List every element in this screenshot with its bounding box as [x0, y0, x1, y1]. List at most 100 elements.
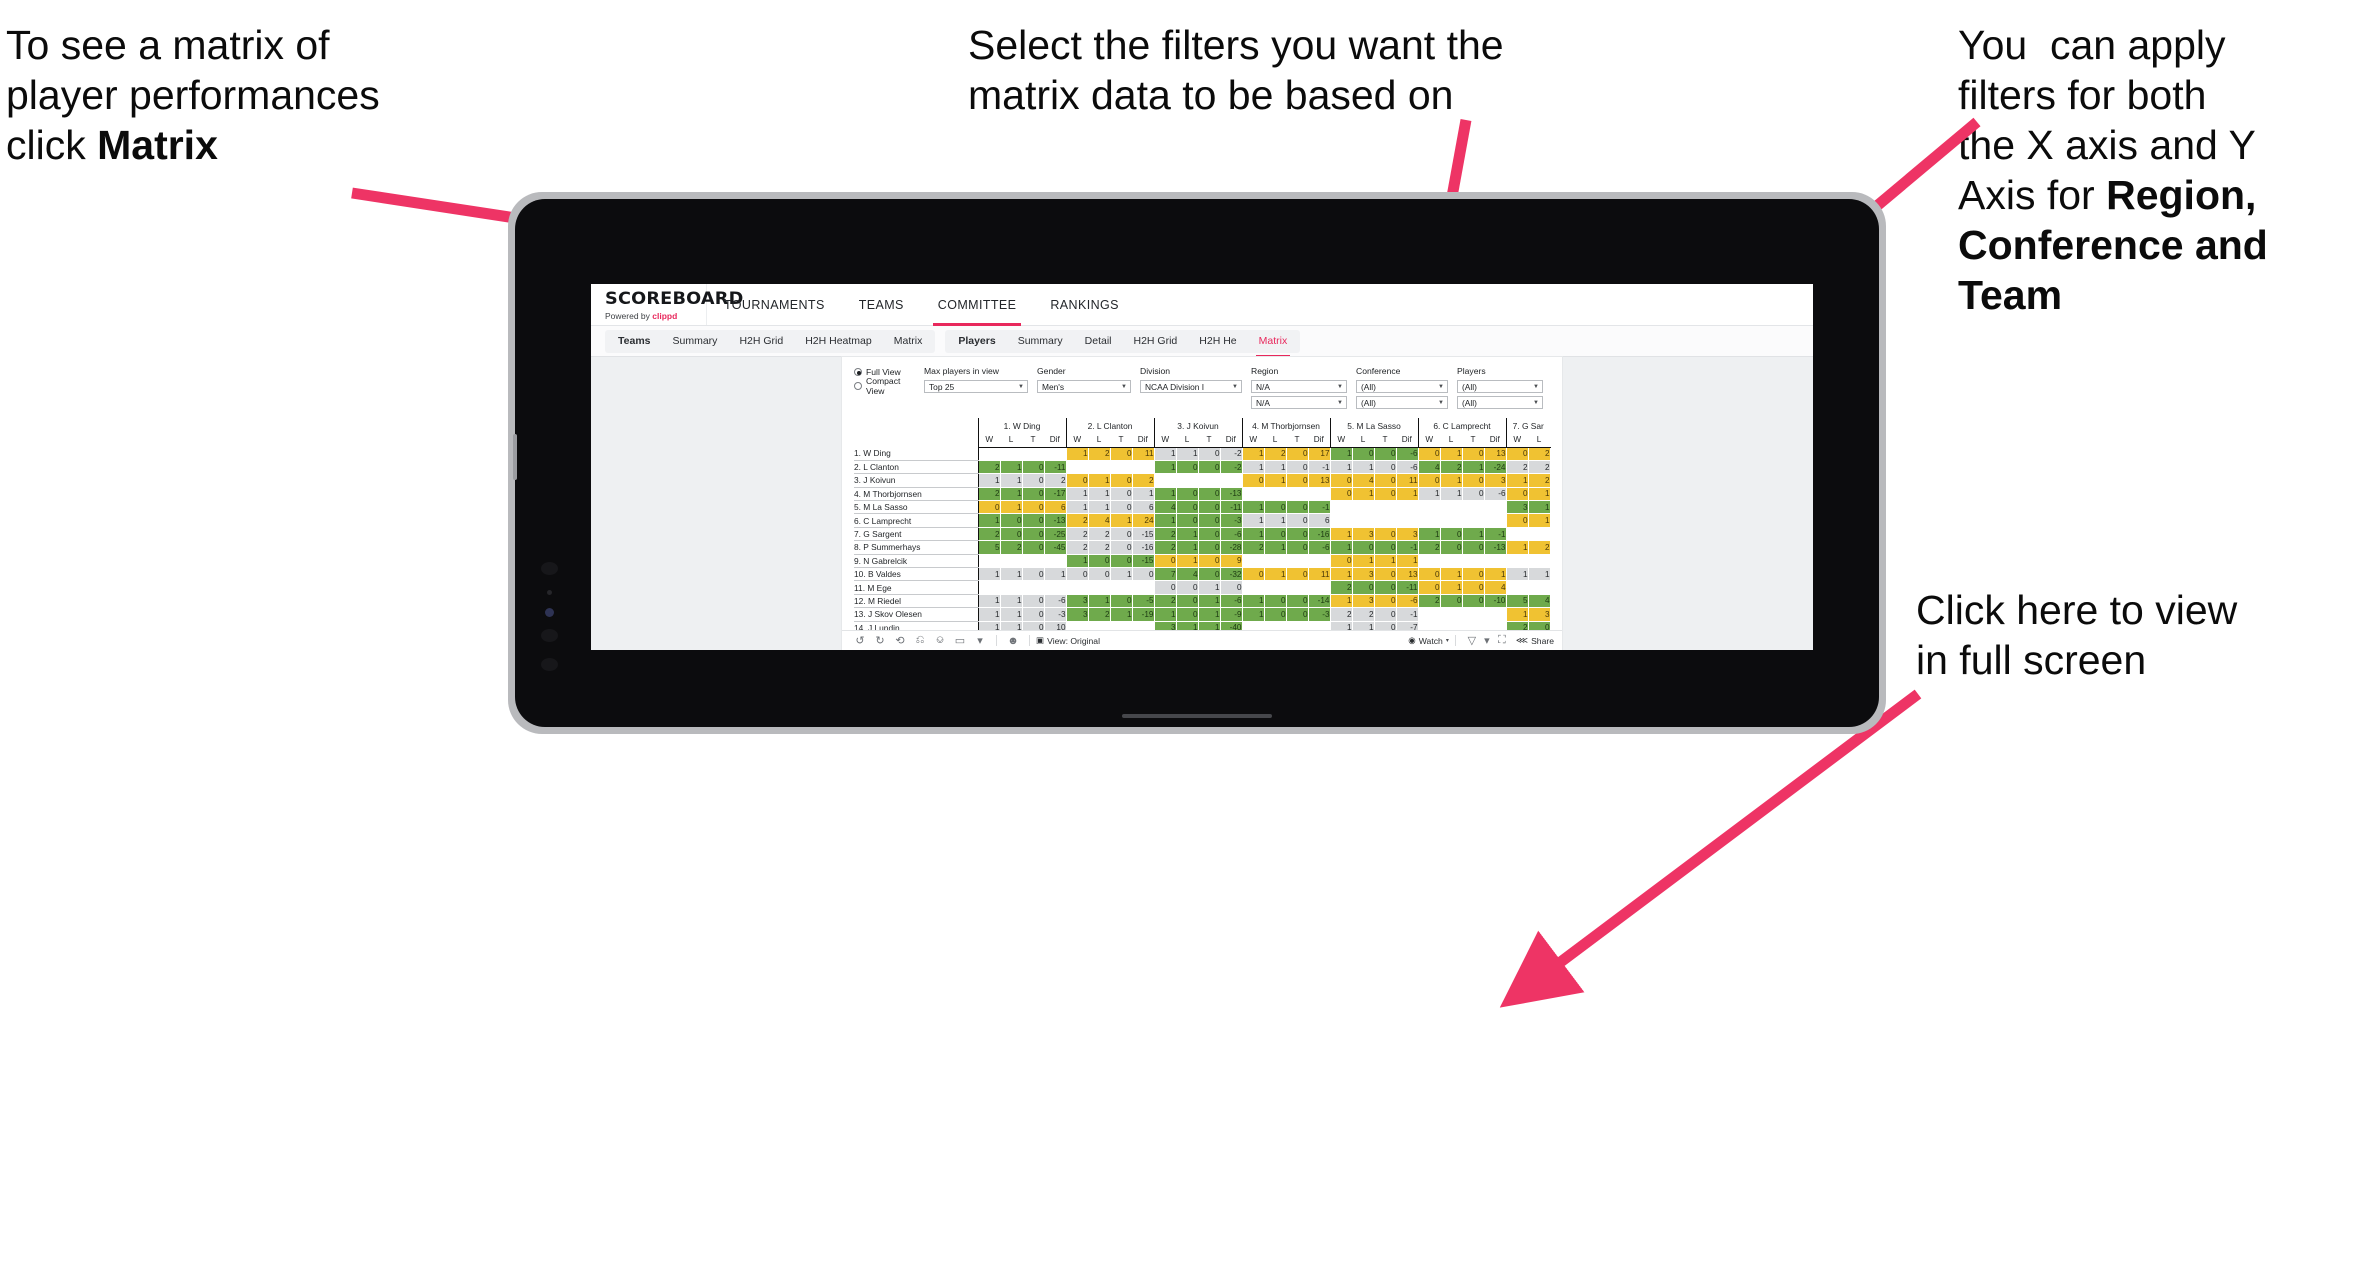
matrix-cell[interactable]: 0: [1286, 500, 1309, 515]
matrix-cell[interactable]: -16: [1132, 540, 1155, 555]
matrix-cell[interactable]: 0: [1198, 460, 1221, 475]
matrix-cell[interactable]: 1: [1352, 460, 1375, 475]
matrix-cell[interactable]: 0: [1088, 567, 1111, 582]
matrix-cell[interactable]: 1: [1440, 580, 1463, 595]
matrix-cell[interactable]: 0: [1022, 460, 1045, 475]
matrix-cell[interactable]: 2: [1241, 540, 1265, 555]
matrix-cell[interactable]: 4: [1528, 594, 1551, 609]
matrix-cell[interactable]: 0: [1176, 513, 1199, 528]
matrix-cell[interactable]: 0: [1022, 607, 1045, 622]
matrix-cell[interactable]: 1: [1065, 487, 1089, 502]
matrix-cell[interactable]: 0: [1153, 580, 1177, 595]
matrix-cell[interactable]: 3: [1505, 500, 1529, 515]
matrix-cell[interactable]: [1065, 460, 1089, 475]
matrix-cell[interactable]: 4: [1484, 580, 1507, 595]
matrix-cell[interactable]: 1: [1352, 554, 1375, 569]
matrix-cell[interactable]: 1: [1528, 567, 1551, 582]
matrix-cell[interactable]: 2: [1088, 527, 1111, 542]
matrix-cell[interactable]: 1: [1440, 473, 1463, 488]
matrix-cell[interactable]: 1: [1088, 594, 1111, 609]
tab-players-h2h-grid[interactable]: H2H Grid: [1123, 330, 1189, 353]
matrix-cell[interactable]: [1528, 554, 1551, 569]
matrix-cell[interactable]: 0: [1022, 473, 1045, 488]
matrix-cell[interactable]: [1176, 473, 1199, 488]
matrix-cell[interactable]: 3: [1396, 527, 1419, 542]
matrix-cell[interactable]: 7: [1153, 567, 1177, 582]
matrix-cell[interactable]: [1198, 473, 1221, 488]
matrix-cell[interactable]: -10: [1484, 594, 1507, 609]
matrix-cell[interactable]: 1: [1065, 447, 1089, 461]
matrix-cell[interactable]: 0: [1462, 580, 1485, 595]
matrix-cell[interactable]: 2: [1528, 447, 1551, 461]
matrix-cell[interactable]: 3: [1352, 594, 1375, 609]
tab-teams-summary[interactable]: Summary: [662, 330, 729, 353]
matrix-cell[interactable]: 0: [1110, 554, 1133, 569]
matrix-cell[interactable]: [1286, 487, 1309, 502]
pause-icon[interactable]: ⎉: [930, 633, 950, 649]
matrix-cell[interactable]: 0: [1176, 580, 1199, 595]
matrix-cell[interactable]: [1329, 513, 1353, 528]
matrix-cell[interactable]: 1: [1264, 513, 1287, 528]
matrix-cell[interactable]: [1484, 607, 1507, 622]
tab-players-h2h-heatmap[interactable]: H2H He: [1188, 330, 1247, 353]
matrix-cell[interactable]: 3: [1528, 607, 1551, 622]
matrix-cell[interactable]: -6: [1396, 447, 1419, 461]
matrix-cell[interactable]: 1: [1440, 567, 1463, 582]
matrix-cell[interactable]: 0: [1374, 580, 1397, 595]
matrix-cell[interactable]: [1374, 500, 1397, 515]
matrix-cell[interactable]: 0: [1286, 473, 1309, 488]
filter-players-y-select[interactable]: (All) ▼: [1457, 396, 1543, 409]
matrix-cell[interactable]: -19: [1132, 607, 1155, 622]
matrix-cell[interactable]: 0: [1374, 594, 1397, 609]
matrix-cell[interactable]: 0: [1022, 594, 1045, 609]
matrix-cell[interactable]: 1: [1153, 607, 1177, 622]
matrix-cell[interactable]: 4: [1176, 567, 1199, 582]
nav-tournaments[interactable]: TOURNAMENTS: [707, 284, 842, 326]
home-indicator[interactable]: [1122, 714, 1272, 718]
matrix-cell[interactable]: -11: [1044, 460, 1067, 475]
matrix-cell[interactable]: -5: [1132, 594, 1155, 609]
matrix-cell[interactable]: 9: [1220, 554, 1243, 569]
matrix-cell[interactable]: 0: [1374, 607, 1397, 622]
matrix-cell[interactable]: -6: [1396, 594, 1419, 609]
matrix-cell[interactable]: 1: [1396, 554, 1419, 569]
matrix-cell[interactable]: 1: [1264, 567, 1287, 582]
matrix-cell[interactable]: 6: [1044, 500, 1067, 515]
matrix-cell[interactable]: [1132, 460, 1155, 475]
matrix-cell[interactable]: [1044, 447, 1067, 461]
filter-region-x-select[interactable]: N/A ▼: [1251, 380, 1347, 393]
matrix-cell[interactable]: [1065, 580, 1089, 595]
matrix-cell[interactable]: [1505, 554, 1529, 569]
matrix-cell[interactable]: [1462, 500, 1485, 515]
matrix-cell[interactable]: -6: [1220, 594, 1243, 609]
matrix-cell[interactable]: -3: [1308, 607, 1331, 622]
matrix-cell[interactable]: 0: [1374, 567, 1397, 582]
matrix-cell[interactable]: 2: [1044, 473, 1067, 488]
matrix-cell[interactable]: 1: [1088, 500, 1111, 515]
matrix-cell[interactable]: -16: [1308, 527, 1331, 542]
tab-players-summary[interactable]: Summary: [1007, 330, 1074, 353]
device-icon[interactable]: ▽: [1462, 633, 1482, 649]
matrix-cell[interactable]: 0: [1110, 500, 1133, 515]
matrix-cell[interactable]: 0: [1220, 580, 1243, 595]
matrix-cell[interactable]: 0: [1352, 540, 1375, 555]
matrix-cell[interactable]: -32: [1220, 567, 1243, 582]
matrix-cell[interactable]: 1: [977, 567, 1001, 582]
matrix-cell[interactable]: -6: [1484, 487, 1507, 502]
share-button[interactable]: ⋘ Share: [1516, 635, 1554, 646]
filter-region-y-select[interactable]: N/A ▼: [1251, 396, 1347, 409]
matrix-cell[interactable]: -14: [1308, 594, 1331, 609]
matrix-cell[interactable]: -11: [1396, 580, 1419, 595]
matrix-cell[interactable]: 0: [1022, 567, 1045, 582]
matrix-cell[interactable]: 1: [1153, 487, 1177, 502]
matrix-cell[interactable]: -6: [1308, 540, 1331, 555]
matrix-cell[interactable]: 1: [1000, 473, 1023, 488]
matrix-cell[interactable]: 0: [1329, 554, 1353, 569]
matrix-cell[interactable]: [1000, 447, 1023, 461]
matrix-cell[interactable]: -11: [1220, 500, 1243, 515]
matrix-cell[interactable]: -15: [1132, 554, 1155, 569]
matrix-cell[interactable]: 0: [1110, 594, 1133, 609]
matrix-cell[interactable]: 1: [1264, 460, 1287, 475]
matrix-cell[interactable]: 0: [1329, 487, 1353, 502]
matrix-cell[interactable]: [1462, 554, 1485, 569]
